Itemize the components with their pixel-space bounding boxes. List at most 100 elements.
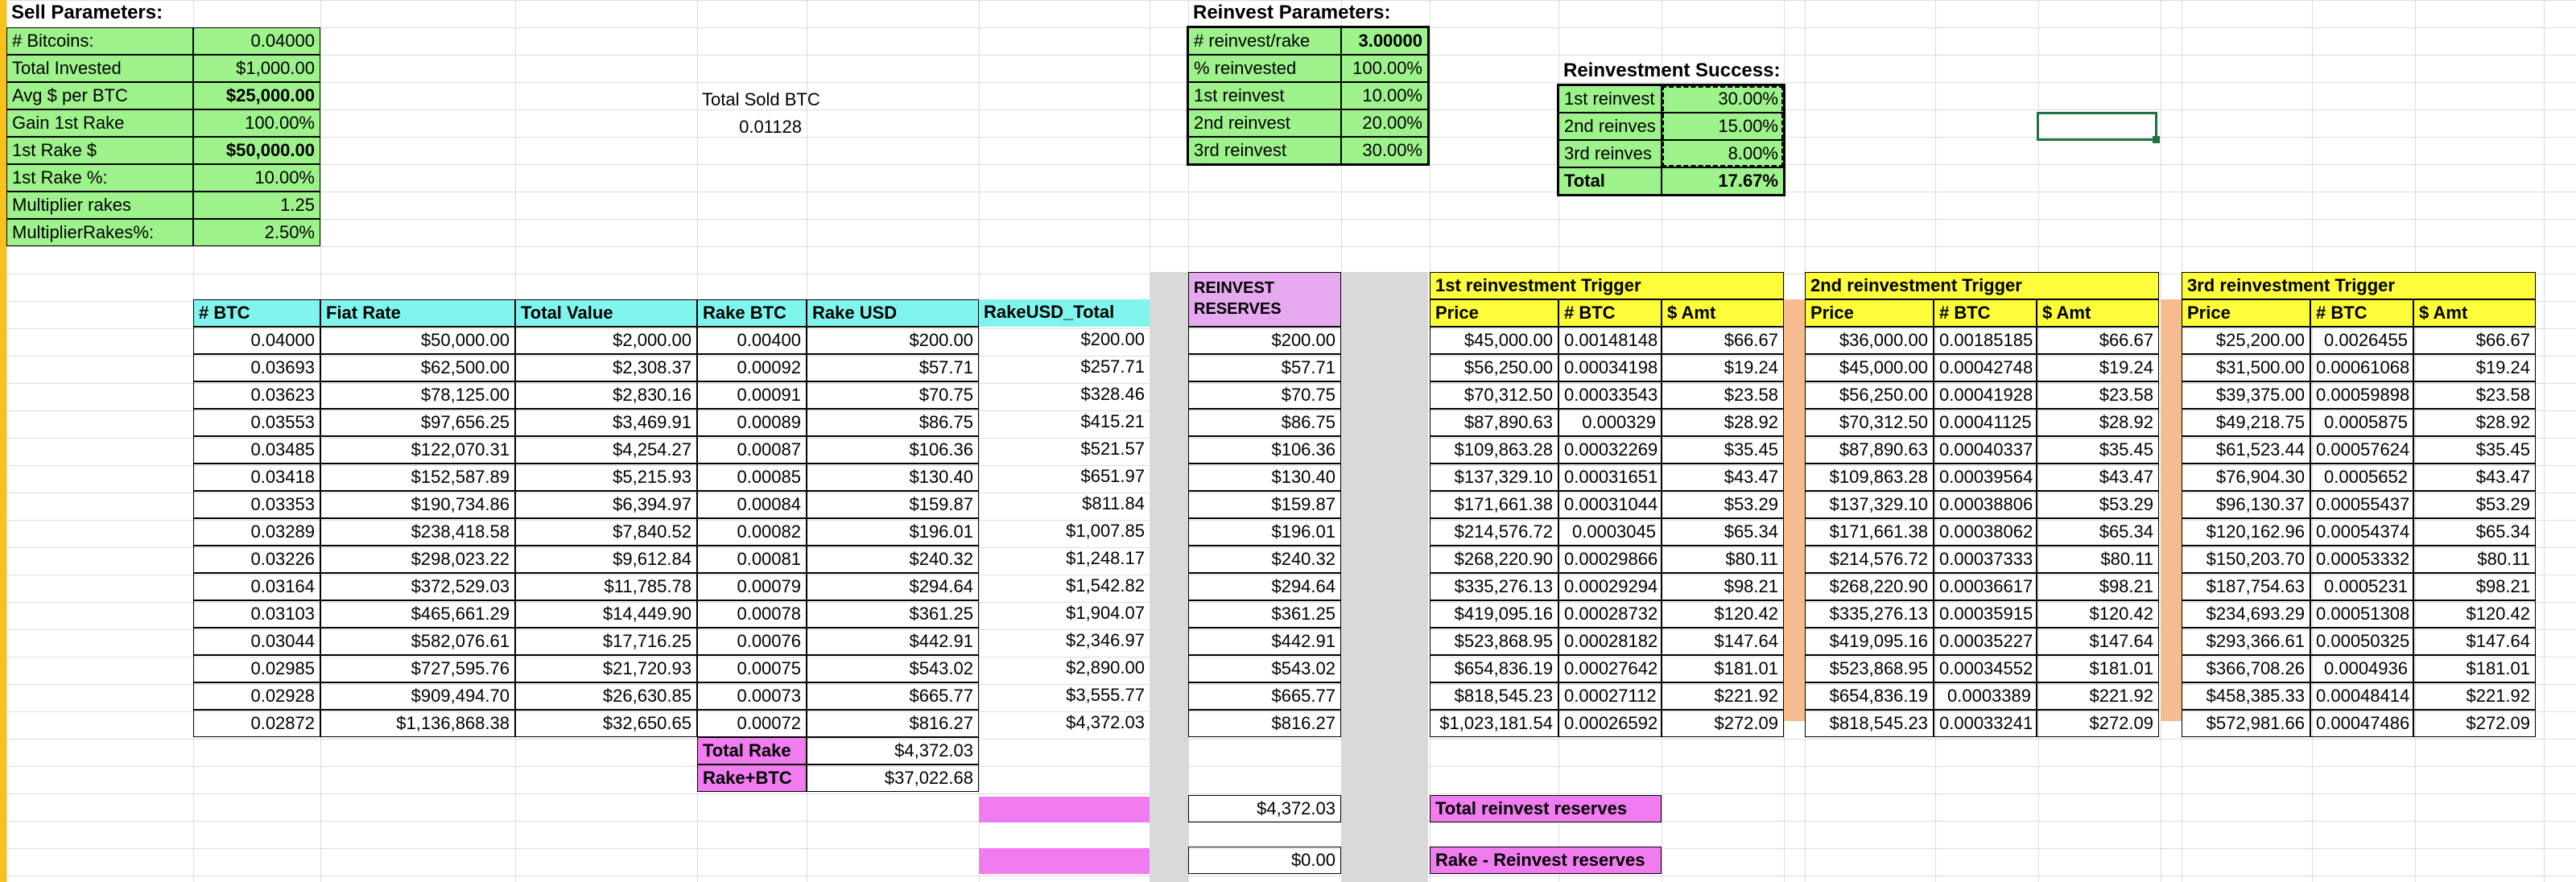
table-cell[interactable]: 0.03693 — [193, 354, 320, 381]
trigger-cell[interactable]: $66.67 — [2413, 327, 2536, 354]
trigger-cell[interactable]: 0.00039564 — [1934, 464, 2037, 491]
table-cell[interactable]: $415.21 — [979, 409, 1150, 436]
reserve-cell[interactable]: $294.64 — [1188, 573, 1341, 600]
trigger-cell[interactable]: $98.21 — [2413, 573, 2536, 600]
trigger-cell[interactable]: $80.11 — [1662, 546, 1784, 573]
sell-param-label[interactable]: Total Invested — [6, 55, 193, 82]
table-cell[interactable]: $70.75 — [807, 381, 979, 409]
trigger-cell[interactable]: $31,500.00 — [2182, 354, 2310, 381]
trigger-cell[interactable]: $45,000.00 — [1805, 354, 1934, 381]
table-cell[interactable]: $200.00 — [979, 327, 1150, 354]
trigger-cell[interactable]: $80.11 — [2037, 546, 2159, 573]
trigger-cell[interactable]: $53.29 — [2413, 491, 2536, 518]
table-cell[interactable]: 0.02928 — [193, 682, 320, 710]
trigger-cell[interactable]: $419,095.16 — [1805, 628, 1934, 655]
table-cell[interactable]: $1,542.82 — [979, 573, 1150, 600]
table-cell[interactable]: 0.00072 — [697, 710, 807, 737]
trigger-title[interactable]: 2nd reinvestment Trigger — [1805, 272, 2159, 299]
rake-btc-label[interactable]: Rake+BTC — [697, 765, 807, 792]
trigger-cell[interactable]: $76,904.30 — [2182, 464, 2310, 491]
trigger-cell[interactable]: 0.0003045 — [1558, 518, 1662, 546]
reinvest-param-value[interactable]: 30.00% — [1341, 137, 1428, 164]
trigger-cell[interactable]: $272.09 — [2037, 710, 2159, 737]
trigger-cell[interactable]: 0.00061068 — [2310, 354, 2413, 381]
reinvest-param-label[interactable]: 2nd reinvest — [1188, 109, 1341, 137]
trigger-cell[interactable]: $523,868.95 — [1805, 655, 1934, 682]
table-cell[interactable]: 0.00084 — [697, 491, 807, 518]
trigger-title[interactable]: 1st reinvestment Trigger — [1430, 272, 1784, 299]
trigger-cell[interactable]: $35.45 — [2037, 436, 2159, 464]
trigger-cell[interactable]: $221.92 — [2413, 682, 2536, 710]
table-cell[interactable]: 0.00085 — [697, 464, 807, 491]
sell-param-value[interactable]: $1,000.00 — [193, 55, 320, 82]
trigger-cell[interactable]: 0.00036617 — [1934, 573, 2037, 600]
trigger-cell[interactable]: $43.47 — [1662, 464, 1784, 491]
trigger-header-cell[interactable]: # BTC — [2310, 299, 2413, 327]
trigger-cell[interactable]: $147.64 — [1662, 628, 1784, 655]
table-header-cell[interactable]: RakeUSD_Total — [979, 299, 1150, 327]
trigger-cell[interactable]: 0.00040337 — [1934, 436, 2037, 464]
success-label[interactable]: 3rd reinves — [1558, 140, 1662, 167]
sell-param-value[interactable]: 0.04000 — [193, 27, 320, 55]
trigger-cell[interactable]: $120.42 — [1662, 600, 1784, 628]
table-cell[interactable]: 0.03485 — [193, 436, 320, 464]
trigger-cell[interactable]: 0.00029294 — [1558, 573, 1662, 600]
total-rake-value[interactable]: $4,372.03 — [807, 737, 979, 765]
table-cell[interactable]: $7,840.52 — [515, 518, 697, 546]
trigger-cell[interactable]: 0.00034198 — [1558, 354, 1662, 381]
trigger-cell[interactable]: 0.00053332 — [2310, 546, 2413, 573]
trigger-cell[interactable]: 0.00148148 — [1558, 327, 1662, 354]
trigger-cell[interactable]: 0.00035227 — [1934, 628, 2037, 655]
trigger-header-cell[interactable]: $ Amt — [2413, 299, 2536, 327]
table-cell[interactable]: $57.71 — [807, 354, 979, 381]
trigger-cell[interactable]: $56,250.00 — [1805, 381, 1934, 409]
table-cell[interactable]: 0.00078 — [697, 600, 807, 628]
trigger-cell[interactable]: $120.42 — [2413, 600, 2536, 628]
trigger-cell[interactable]: 0.00028732 — [1558, 600, 1662, 628]
sell-param-value[interactable]: 10.00% — [193, 164, 320, 192]
trigger-cell[interactable]: $87,890.63 — [1805, 436, 1934, 464]
trigger-cell[interactable]: 0.00185185 — [1934, 327, 2037, 354]
reserve-cell[interactable]: $196.01 — [1188, 518, 1341, 546]
table-cell[interactable]: 0.00087 — [697, 436, 807, 464]
reinvest-param-value[interactable]: 10.00% — [1341, 82, 1428, 109]
table-header-cell[interactable]: Total Value — [515, 299, 697, 327]
table-cell[interactable]: 0.03353 — [193, 491, 320, 518]
trigger-cell[interactable]: 0.00028182 — [1558, 628, 1662, 655]
total-sold-label[interactable]: Total Sold BTC — [697, 87, 858, 114]
trigger-cell[interactable]: $181.01 — [2037, 655, 2159, 682]
trigger-header-cell[interactable]: $ Amt — [2037, 299, 2159, 327]
rake-btc-value[interactable]: $37,022.68 — [807, 765, 979, 792]
table-cell[interactable]: $240.32 — [807, 546, 979, 573]
table-cell[interactable]: $17,716.25 — [515, 628, 697, 655]
table-cell[interactable]: $4,254.27 — [515, 436, 697, 464]
table-cell[interactable]: $811.84 — [979, 491, 1150, 518]
table-cell[interactable]: $2,890.00 — [979, 655, 1150, 682]
trigger-cell[interactable]: 0.000329 — [1558, 409, 1662, 436]
table-cell[interactable]: 0.00073 — [697, 682, 807, 710]
trigger-cell[interactable]: $147.64 — [2413, 628, 2536, 655]
table-cell[interactable]: $97,656.25 — [320, 409, 515, 436]
trigger-cell[interactable]: 0.0026455 — [2310, 327, 2413, 354]
table-cell[interactable]: 0.00076 — [697, 628, 807, 655]
trigger-header-cell[interactable]: # BTC — [1934, 299, 2037, 327]
table-cell[interactable]: $257.71 — [979, 354, 1150, 381]
trigger-cell[interactable]: $23.58 — [1662, 381, 1784, 409]
trigger-cell[interactable]: $28.92 — [2037, 409, 2159, 436]
trigger-cell[interactable]: 0.00054374 — [2310, 518, 2413, 546]
trigger-cell[interactable]: $28.92 — [1662, 409, 1784, 436]
sell-param-label[interactable]: Avg $ per BTC — [6, 82, 193, 109]
trigger-cell[interactable]: $65.34 — [2413, 518, 2536, 546]
trigger-cell[interactable]: 0.00032269 — [1558, 436, 1662, 464]
reinvest-reserves-header[interactable]: REINVEST RESERVES — [1188, 272, 1341, 327]
trigger-cell[interactable]: $19.24 — [2413, 354, 2536, 381]
sell-param-value[interactable]: $50,000.00 — [193, 137, 320, 164]
table-cell[interactable]: $651.97 — [979, 464, 1150, 491]
table-cell[interactable]: 0.00082 — [697, 518, 807, 546]
trigger-header-cell[interactable]: $ Amt — [1662, 299, 1784, 327]
table-cell[interactable]: $238,418.58 — [320, 518, 515, 546]
table-cell[interactable]: 0.00092 — [697, 354, 807, 381]
table-cell[interactable]: $543.02 — [807, 655, 979, 682]
trigger-cell[interactable]: $1,023,181.54 — [1430, 710, 1558, 737]
trigger-cell[interactable]: $523,868.95 — [1430, 628, 1558, 655]
